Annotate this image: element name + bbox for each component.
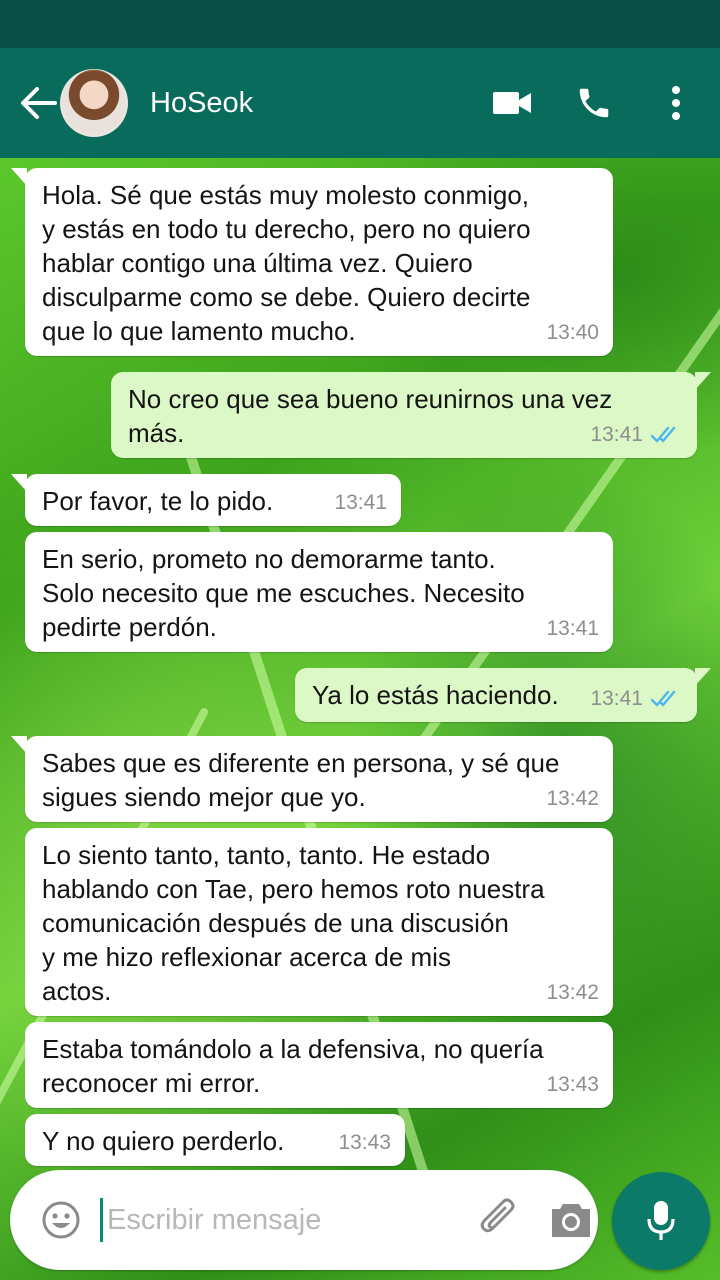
message-time: 13:43 xyxy=(338,1131,391,1154)
back-arrow-icon[interactable] xyxy=(10,75,66,131)
attach-icon[interactable] xyxy=(473,1194,525,1246)
chat-header: HoSeok xyxy=(0,48,720,158)
video-call-icon[interactable] xyxy=(480,71,544,135)
message-incoming[interactable]: Lo siento tanto, tanto, tanto. He estado… xyxy=(25,828,613,1016)
message-text: Estaba tomándolo a la defensiva, no quer… xyxy=(42,1034,544,1098)
message-meta: 13:41 xyxy=(334,486,387,520)
message-incoming[interactable]: Por favor, te lo pido. 13:41 xyxy=(11,474,401,526)
message-input[interactable] xyxy=(100,1198,469,1242)
phone-call-icon[interactable] xyxy=(562,71,626,135)
message-time: 13:41 xyxy=(590,687,643,710)
message-incoming[interactable]: Hola. Sé que estás muy molesto conmigo, … xyxy=(11,168,613,356)
message-composer xyxy=(10,1170,598,1270)
message-meta: 13:42 xyxy=(546,976,599,1010)
message-incoming[interactable]: Sabes que es diferente en persona, y sé … xyxy=(11,736,613,822)
message-text: En serio, prometo no demorarme tanto. So… xyxy=(42,544,525,642)
read-ticks-icon xyxy=(651,690,683,708)
message-meta: 13:41 xyxy=(590,682,683,716)
message-meta: 13:43 xyxy=(338,1126,391,1160)
message-meta: 13:41 xyxy=(590,418,683,452)
emoji-icon[interactable] xyxy=(36,1195,86,1245)
message-time: 13:41 xyxy=(590,423,643,446)
header-actions xyxy=(480,71,720,135)
message-meta: 13:43 xyxy=(546,1068,599,1102)
message-time: 13:40 xyxy=(546,321,599,344)
contact-avatar[interactable] xyxy=(60,69,128,137)
message-incoming[interactable]: Y no quiero perderlo. 13:43 xyxy=(25,1114,405,1166)
mic-icon[interactable] xyxy=(612,1172,710,1270)
message-outgoing[interactable]: Ya lo estás haciendo. 13:41 xyxy=(295,668,711,722)
contact-name[interactable]: HoSeok xyxy=(150,87,253,120)
message-text: Sabes que es diferente en persona, y sé … xyxy=(42,748,560,812)
message-incoming[interactable]: En serio, prometo no demorarme tanto. So… xyxy=(25,532,613,652)
camera-icon[interactable] xyxy=(545,1194,597,1246)
status-bar xyxy=(0,0,720,48)
read-ticks-icon xyxy=(651,426,683,444)
message-time: 13:42 xyxy=(546,981,599,1004)
message-text: Lo siento tanto, tanto, tanto. He estado… xyxy=(42,840,545,1006)
message-text: Hola. Sé que estás muy molesto conmigo, … xyxy=(42,180,531,346)
message-time: 13:42 xyxy=(546,787,599,810)
message-meta: 13:41 xyxy=(546,612,599,646)
message-text: Y no quiero perderlo. xyxy=(42,1126,285,1156)
message-time: 13:43 xyxy=(546,1073,599,1096)
message-time: 13:41 xyxy=(546,617,599,640)
message-time: 13:41 xyxy=(334,491,387,514)
chat-area[interactable]: Hola. Sé que estás muy molesto conmigo, … xyxy=(0,158,720,1280)
message-meta: 13:42 xyxy=(546,782,599,816)
message-incoming[interactable]: Estaba tomándolo a la defensiva, no quer… xyxy=(25,1022,613,1108)
message-outgoing[interactable]: No creo que sea bueno reunirnos una vez … xyxy=(111,372,711,458)
message-meta: 13:40 xyxy=(546,316,599,350)
more-vertical-icon[interactable] xyxy=(644,71,708,135)
